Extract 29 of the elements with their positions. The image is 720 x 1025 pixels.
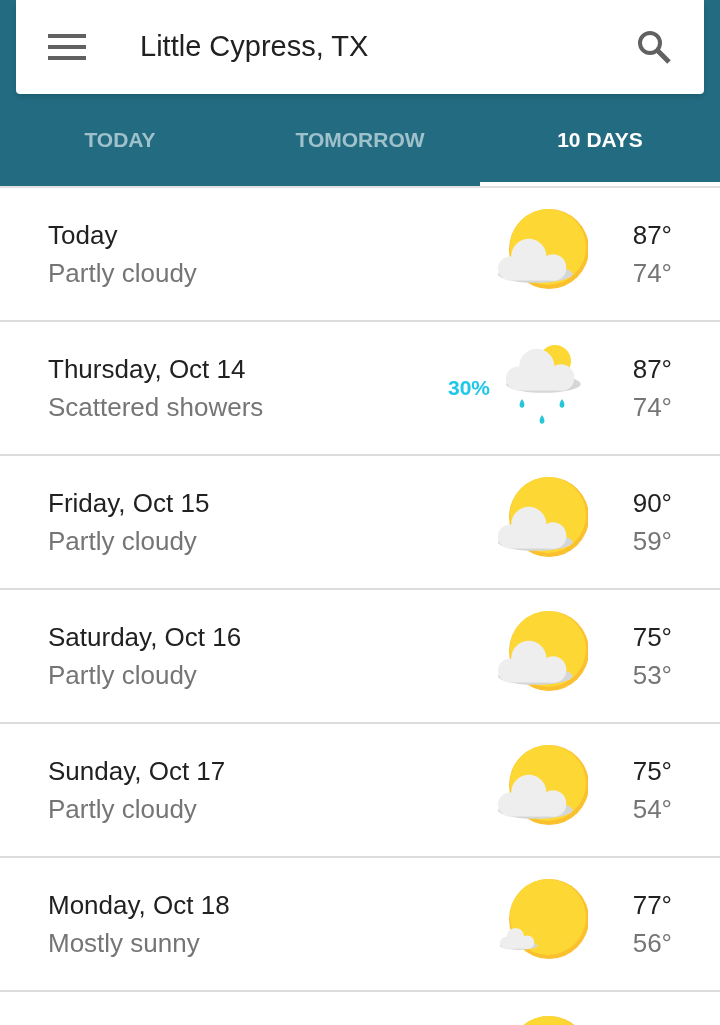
low-temperature: 54° (632, 793, 672, 826)
low-temperature: 59° (632, 525, 672, 558)
low-temperature: 56° (632, 927, 672, 960)
day-label: Monday, Oct 18 (48, 889, 231, 922)
low-temperature: 74° (632, 391, 672, 424)
menu-icon[interactable] (48, 34, 86, 60)
condition-label: Partly cloudy (48, 793, 198, 826)
tab[interactable]: TODAY (0, 94, 240, 186)
high-temperature: 90° (632, 487, 672, 520)
high-temperature: 77° (632, 889, 672, 922)
tab[interactable]: TOMORROW (240, 94, 480, 186)
low-temperature: 74° (632, 257, 672, 290)
high-temperature: 87° (632, 219, 672, 252)
condition-label: Partly cloudy (48, 659, 198, 692)
condition-label: Mostly sunny (48, 927, 201, 960)
day-label: Sunday, Oct 17 (48, 755, 227, 788)
high-temperature: 75° (632, 621, 672, 654)
day-label: Today (48, 219, 119, 252)
condition-label: Partly cloudy (48, 257, 198, 290)
day-label: Friday, Oct 15 (48, 487, 211, 520)
precipitation-label: 30% (447, 375, 490, 402)
high-temperature: 75° (632, 755, 672, 788)
condition-label: Partly cloudy (48, 525, 198, 558)
condition-label: Scattered showers (48, 391, 265, 424)
high-temperature: 87° (632, 353, 672, 386)
low-temperature: 53° (632, 659, 672, 692)
search-icon[interactable] (636, 29, 672, 65)
day-label: Thursday, Oct 14 (48, 353, 247, 386)
day-label: Saturday, Oct 16 (48, 621, 243, 654)
